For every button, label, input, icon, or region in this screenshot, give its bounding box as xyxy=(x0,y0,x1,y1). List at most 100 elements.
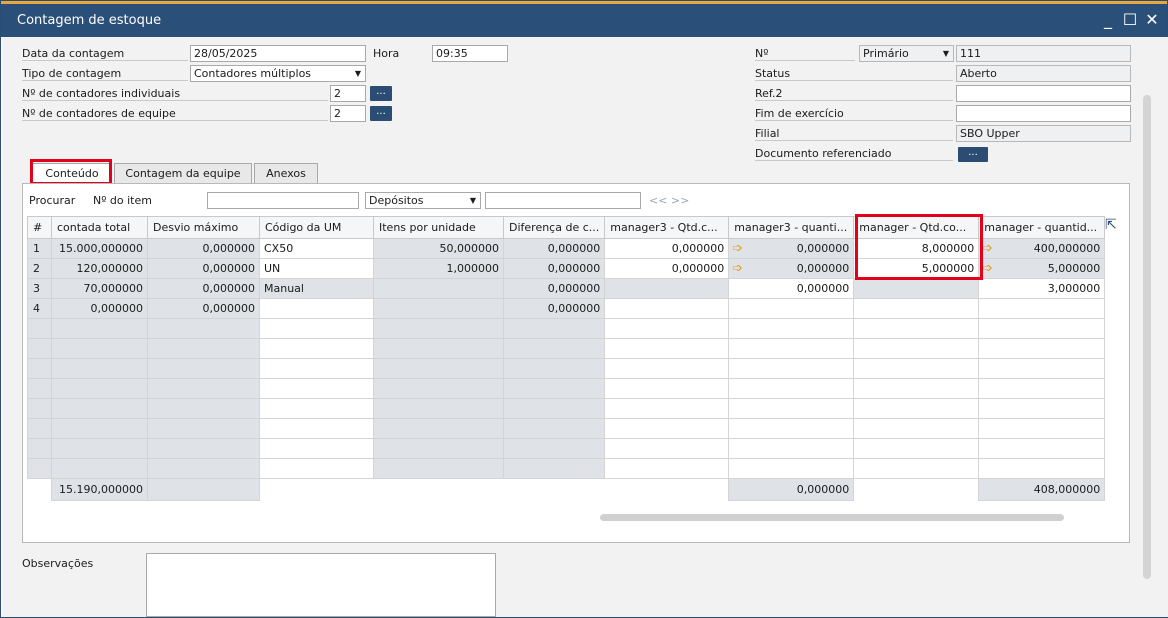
item-label: Nº do item xyxy=(93,194,152,207)
number-field: 111 xyxy=(956,45,1131,62)
grid-cell: 0,000000 xyxy=(502,258,606,279)
arrow-right-icon[interactable]: ➩ xyxy=(982,262,993,276)
row-number: 4 xyxy=(27,298,52,319)
grid-cell: 0,000000 xyxy=(51,298,148,319)
status-label: Status xyxy=(755,67,953,81)
grid-cell[interactable] xyxy=(728,298,855,319)
filial-field: SBO Upper xyxy=(956,125,1131,142)
date-field[interactable]: 28/05/2025 xyxy=(190,45,366,62)
empty-row xyxy=(27,458,1106,479)
table-row[interactable]: 4 0,000000 0,000000 0,000000 xyxy=(27,298,1106,319)
procurar-label: Procurar xyxy=(29,194,76,207)
empty-row xyxy=(27,418,1106,439)
row-number: 1 xyxy=(27,238,52,259)
grid-cell[interactable] xyxy=(978,298,1106,319)
series-select[interactable]: Primário xyxy=(859,45,954,62)
col-header[interactable]: Itens por unidade xyxy=(373,216,504,239)
col-header[interactable]: manager - quantid... xyxy=(978,216,1106,239)
eq-ellipsis-button[interactable]: ... xyxy=(370,106,392,121)
total-manager: 408,000000 xyxy=(978,478,1106,501)
col-header[interactable]: Desvio máximo xyxy=(147,216,260,239)
hora-label: Hora xyxy=(373,47,400,60)
close-icon[interactable]: ✕ xyxy=(1141,9,1163,31)
grid-cell: 0,000000 xyxy=(502,238,606,259)
eq-field[interactable]: 2 xyxy=(330,105,366,122)
horizontal-scrollbar[interactable] xyxy=(600,514,1064,521)
ref2-field[interactable] xyxy=(956,85,1131,102)
arrow-right-icon[interactable]: ➩ xyxy=(732,262,743,276)
hora-field[interactable]: 09:35 xyxy=(432,45,508,62)
grid-cell: 0,000000 xyxy=(147,298,260,319)
obs-label: Observações xyxy=(22,557,94,570)
grid-cell: ➩ 0,000000 xyxy=(728,238,855,259)
date-label: Data da contagem xyxy=(22,47,188,61)
minimize-icon[interactable]: _ xyxy=(1097,9,1119,31)
docref-label: Documento referenciado xyxy=(755,147,953,161)
col-header[interactable]: manager3 - Qtd.c... xyxy=(604,216,730,239)
tipo-select[interactable]: Contadores múltiplos xyxy=(190,65,366,82)
grid-cell: 0,000000 xyxy=(147,278,260,299)
warehouse-select[interactable]: Depósitos xyxy=(365,192,481,209)
ind-ellipsis-button[interactable]: ... xyxy=(370,86,392,101)
arrow-right-icon[interactable]: ➩ xyxy=(982,242,993,256)
col-header[interactable]: # xyxy=(27,216,52,239)
grid-cell: 0,000000 xyxy=(502,278,606,299)
grid-cell xyxy=(604,278,730,299)
eq-label: Nº de contadores de equipe xyxy=(22,107,328,121)
grid-cell: 1,000000 xyxy=(373,258,504,279)
col-header[interactable]: manager3 - quanti... xyxy=(728,216,855,239)
obs-textarea[interactable] xyxy=(146,553,496,617)
empty-row xyxy=(27,438,1106,459)
grid-cell: Manual xyxy=(259,278,374,299)
grid-cell xyxy=(853,278,980,299)
maximize-icon[interactable]: ☐ xyxy=(1119,9,1141,31)
content-panel: Procurar Nº do item Depósitos << >> # co… xyxy=(22,183,1130,543)
vertical-scrollbar[interactable] xyxy=(1143,95,1151,579)
empty-row xyxy=(27,378,1106,399)
grid-cell xyxy=(373,278,504,299)
fim-field[interactable] xyxy=(956,105,1131,122)
grid-cell: 120,000000 xyxy=(51,258,148,279)
arrow-right-icon[interactable]: ➩ xyxy=(732,242,743,256)
totals-row: 15.190,000000 0,000000 408,000000 xyxy=(28,478,1106,501)
empty-row xyxy=(27,318,1106,339)
grid-cell[interactable]: 0,000000 xyxy=(604,258,730,279)
grid-cell xyxy=(373,298,504,319)
ind-field[interactable]: 2 xyxy=(330,85,366,102)
col-header[interactable]: Código da UM xyxy=(259,216,374,239)
table-row[interactable]: 3 70,000000 0,000000 Manual 0,000000 0,0… xyxy=(27,278,1106,299)
row-number: 2 xyxy=(27,258,52,279)
warehouse-field[interactable] xyxy=(485,192,641,209)
grid-cell: 50,000000 xyxy=(373,238,504,259)
grid-cell: 0,000000 xyxy=(147,258,260,279)
status-field: Aberto xyxy=(956,65,1131,82)
highlight-column-box xyxy=(855,214,983,280)
grid-cell[interactable]: 0,000000 xyxy=(728,278,855,299)
fim-label: Fim de exercício xyxy=(755,107,953,121)
empty-row xyxy=(27,338,1106,359)
grid-cell[interactable]: CX50 xyxy=(259,238,374,259)
highlight-tab-box xyxy=(30,159,112,185)
col-header[interactable]: Diferença de c... xyxy=(502,216,606,239)
grid-cell: ➩ 400,000000 xyxy=(978,238,1106,259)
grid-cell[interactable]: 3,000000 xyxy=(978,278,1106,299)
item-search-field[interactable] xyxy=(207,192,359,209)
total-contada: 15.190,000000 xyxy=(51,478,148,501)
title-bar: Contagem de estoque _ ☐ ✕ xyxy=(1,1,1167,37)
expand-icon[interactable]: ⇱ xyxy=(1105,217,1117,233)
grid-cell[interactable] xyxy=(259,298,374,319)
grid-cell[interactable]: 0,000000 xyxy=(604,238,730,259)
nav-arrows[interactable]: << >> xyxy=(649,194,689,207)
empty-row xyxy=(27,398,1106,419)
grid-cell: 0,000000 xyxy=(502,298,606,319)
col-header[interactable]: contada total xyxy=(51,216,148,239)
grid-cell[interactable] xyxy=(604,298,730,319)
grid-cell[interactable] xyxy=(853,298,980,319)
grid-cell: 70,000000 xyxy=(51,278,148,299)
docref-ellipsis-button[interactable]: ... xyxy=(958,147,988,162)
tab-contagem-equipe[interactable]: Contagem da equipe xyxy=(114,163,252,185)
empty-row xyxy=(27,358,1106,379)
total-manager3: 0,000000 xyxy=(728,478,855,501)
tab-anexos[interactable]: Anexos xyxy=(254,163,318,185)
grid-cell[interactable]: UN xyxy=(259,258,374,279)
